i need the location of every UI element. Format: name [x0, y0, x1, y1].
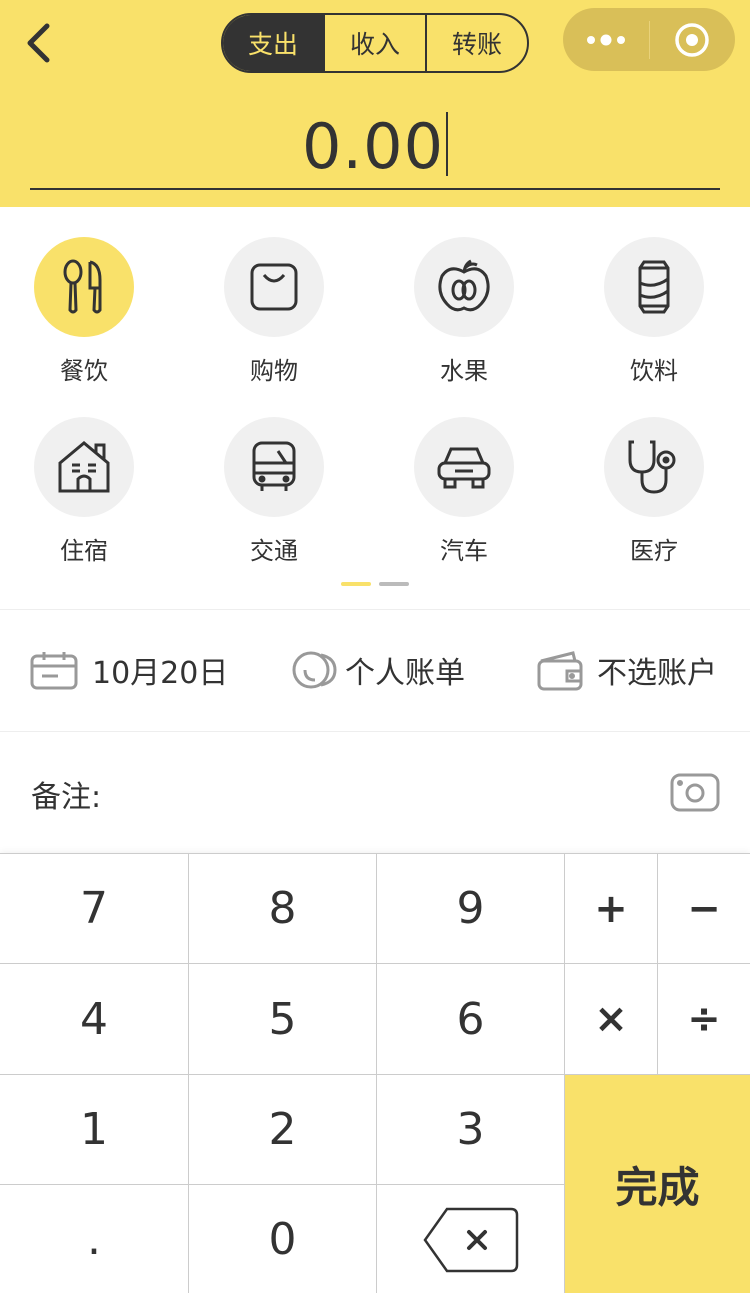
account-selector[interactable]: 不选账户: [537, 640, 717, 700]
category-label: 住宿: [60, 537, 108, 565]
divider: [0, 609, 750, 610]
category-label: 水果: [440, 357, 488, 385]
key-8[interactable]: 8: [189, 854, 377, 964]
key-1[interactable]: 1: [0, 1075, 189, 1185]
key-6[interactable]: 6: [377, 964, 565, 1075]
miniprogram-capsule: [563, 8, 735, 71]
category-fruit-circle: [414, 237, 514, 337]
date-picker[interactable]: 10月20日: [30, 640, 228, 700]
note-field[interactable]: 备注:: [31, 772, 101, 816]
wallet-icon: [537, 651, 583, 691]
chevron-left-icon: [27, 23, 50, 63]
category-label: 医疗: [630, 537, 678, 565]
calendar-icon: [30, 652, 78, 690]
camera-icon: [670, 773, 720, 812]
key-7[interactable]: 7: [0, 854, 189, 964]
ledger-selector[interactable]: 个人账单: [291, 640, 465, 700]
tab-expense[interactable]: 支出: [223, 15, 323, 71]
page-indicator: [341, 582, 409, 586]
more-dots-icon: [586, 34, 625, 45]
page-dot-active[interactable]: [341, 582, 371, 586]
done-button[interactable]: 完成: [565, 1075, 750, 1293]
stethoscope-icon: [628, 440, 676, 494]
category-label: 交通: [250, 537, 298, 565]
category-lodging[interactable]: 住宿: [9, 417, 159, 566]
text-cursor: [446, 112, 449, 176]
close-miniprogram-button[interactable]: [650, 8, 736, 71]
soda-can-icon: [638, 260, 670, 314]
account-text: 不选账户: [597, 656, 717, 691]
category-label: 汽车: [440, 537, 488, 565]
category-label: 购物: [250, 357, 298, 385]
category-shopping-circle: [224, 237, 324, 337]
more-button[interactable]: [563, 8, 649, 71]
category-shopping[interactable]: 购物: [199, 237, 349, 386]
back-button[interactable]: [18, 20, 58, 66]
key-0[interactable]: 0: [189, 1185, 377, 1293]
tab-transfer[interactable]: 转账: [425, 15, 527, 71]
shopping-bag-icon: [250, 263, 298, 311]
amount-underline: [30, 188, 720, 190]
backspace-icon: [422, 1207, 518, 1272]
category-label: 餐饮: [60, 357, 108, 385]
amount-display[interactable]: 0.00: [0, 110, 750, 183]
header-bar: 支出 收入 转账 0.00: [0, 0, 750, 207]
divider: [0, 731, 750, 732]
category-lodging-circle: [34, 417, 134, 517]
apple-icon: [438, 259, 490, 312]
type-segmented-control: 支出 收入 转账: [221, 13, 529, 73]
date-text: 10月20日: [92, 656, 229, 691]
category-transport-circle: [224, 417, 324, 517]
target-circle-icon: [675, 22, 709, 57]
ledger-text: 个人账单: [345, 656, 465, 691]
key-5[interactable]: 5: [189, 964, 377, 1075]
key-minus[interactable]: −: [658, 854, 750, 964]
category-grid: 餐饮 购物 水果 饮料 住宿 交通 汽车 医疗: [0, 207, 750, 609]
category-drinks[interactable]: 饮料: [579, 237, 729, 386]
category-fruit[interactable]: 水果: [389, 237, 539, 386]
car-icon: [437, 447, 491, 489]
category-medical-circle: [604, 417, 704, 517]
coins-icon: [292, 651, 337, 689]
tab-income[interactable]: 收入: [323, 15, 425, 71]
key-dot[interactable]: .: [0, 1185, 189, 1293]
category-dining[interactable]: 餐饮: [9, 237, 159, 386]
category-medical[interactable]: 医疗: [579, 417, 729, 566]
category-drinks-circle: [604, 237, 704, 337]
category-car[interactable]: 汽车: [389, 417, 539, 566]
category-dining-circle: [34, 237, 134, 337]
category-car-circle: [414, 417, 514, 517]
key-multiply[interactable]: ×: [565, 964, 658, 1075]
key-2[interactable]: 2: [189, 1075, 377, 1185]
key-plus[interactable]: +: [565, 854, 658, 964]
camera-button[interactable]: [670, 771, 720, 813]
backspace-key[interactable]: [377, 1185, 565, 1293]
category-transport[interactable]: 交通: [199, 417, 349, 566]
page-dot[interactable]: [379, 582, 409, 586]
bus-icon: [252, 441, 296, 491]
key-4[interactable]: 4: [0, 964, 189, 1075]
key-divide[interactable]: ÷: [658, 964, 750, 1075]
category-label: 饮料: [630, 357, 678, 385]
key-3[interactable]: 3: [377, 1075, 565, 1185]
number-keypad: 7 8 9 + − 4 5 6 × ÷ 1 2 3 . 0 完成: [0, 853, 750, 1293]
key-9[interactable]: 9: [377, 854, 565, 964]
house-icon: [58, 441, 110, 493]
amount-value: 0.00: [301, 110, 445, 183]
utensils-icon: [63, 259, 102, 314]
